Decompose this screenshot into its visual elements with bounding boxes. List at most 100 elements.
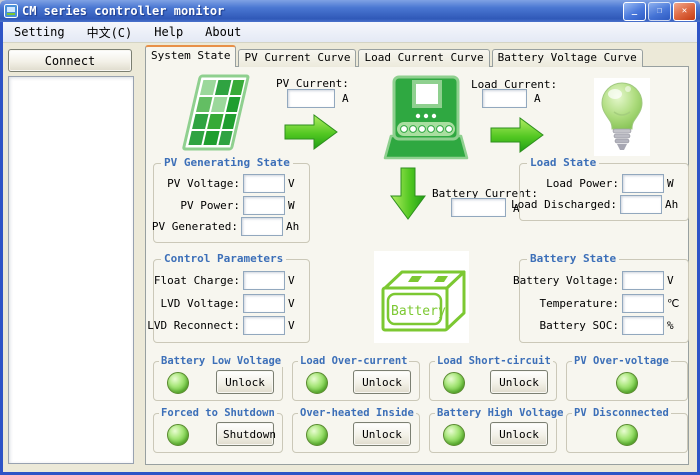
pv-power-unit: W <box>288 199 304 212</box>
alarm-title: Battery High Voltage <box>435 407 565 419</box>
group-title: Load State <box>527 156 599 169</box>
app-window: CM series controller monitor _ ❐ ✕ Setti… <box>0 0 700 475</box>
led-indicator <box>443 372 465 394</box>
arrow-down-icon <box>389 167 427 221</box>
lvd-voltage-unit: V <box>288 297 304 310</box>
unlock-button[interactable]: Unlock <box>216 370 274 394</box>
battery-soc-field[interactable] <box>622 316 664 335</box>
temperature-label: Temperature: <box>540 297 619 310</box>
load-discharged-unit: Ah <box>665 198 683 211</box>
pv-power-field[interactable] <box>243 196 285 215</box>
led-indicator <box>616 372 638 394</box>
lvd-voltage-label: LVD Voltage: <box>161 297 240 310</box>
connect-button[interactable]: Connect <box>8 49 132 72</box>
tab-system-state[interactable]: System State <box>145 45 236 67</box>
battery-voltage-label: Battery Voltage: <box>513 274 619 287</box>
maximize-button[interactable]: ❐ <box>648 2 671 21</box>
load-power-label: Load Power: <box>546 177 619 190</box>
float-charge-label: Float Charge: <box>154 274 240 287</box>
menu-setting[interactable]: Setting <box>3 23 76 41</box>
pv-voltage-label: PV Voltage: <box>167 177 240 190</box>
unlock-button[interactable]: Unlock <box>490 370 548 394</box>
lvd-reconnect-field[interactable] <box>243 316 285 335</box>
tab-load-current-curve[interactable]: Load Current Curve <box>358 49 489 67</box>
battery-voltage-unit: V <box>667 274 683 287</box>
solar-panel-icon <box>179 73 253 153</box>
alarm-load-short-circuit: Load Short-circuit Unlock <box>429 361 557 401</box>
led-indicator <box>306 372 328 394</box>
alarm-battery-high-voltage: Battery High Voltage Unlock <box>429 413 557 453</box>
unlock-button[interactable]: Unlock <box>353 422 411 446</box>
temperature-field[interactable] <box>622 294 664 313</box>
load-discharged-field[interactable] <box>620 195 662 214</box>
lvd-reconnect-unit: V <box>288 319 304 332</box>
float-charge-unit: V <box>288 274 304 287</box>
close-button[interactable]: ✕ <box>673 2 696 21</box>
system-state-page: PV Current: A <box>145 66 689 465</box>
tab-battery-voltage-curve[interactable]: Battery Voltage Curve <box>492 49 643 67</box>
load-current-unit: A <box>534 92 541 105</box>
lvd-reconnect-label: LVD Reconnect: <box>147 319 240 332</box>
menu-language[interactable]: 中文(C) <box>76 22 144 43</box>
led-indicator <box>167 424 189 446</box>
battery-state-group: Battery State Battery Voltage: V Tempera… <box>519 259 689 343</box>
load-power-unit: W <box>667 177 683 190</box>
alarm-battery-low-voltage: Battery Low Voltage Unlock <box>153 361 283 401</box>
menu-help[interactable]: Help <box>143 23 194 41</box>
load-current-field[interactable] <box>482 89 527 108</box>
group-title: Control Parameters <box>161 252 286 265</box>
load-state-group: Load State Load Power: W Load Discharged… <box>519 163 689 221</box>
lvd-voltage-field[interactable] <box>243 294 285 313</box>
pv-power-label: PV Power: <box>180 199 240 212</box>
pv-generated-unit: Ah <box>286 220 304 233</box>
float-charge-field[interactable] <box>243 271 285 290</box>
battery-current-field[interactable] <box>451 198 506 217</box>
alarm-load-over-current: Load Over-current Unlock <box>292 361 420 401</box>
battery-soc-label: Battery SOC: <box>540 319 619 332</box>
alarm-over-heated-inside: Over-heated Inside Unlock <box>292 413 420 453</box>
pv-generated-field[interactable] <box>241 217 283 236</box>
pv-generating-state-group: PV Generating State PV Voltage: V PV Pow… <box>153 163 310 243</box>
alarm-title: Battery Low Voltage <box>159 355 283 367</box>
alarm-title: Forced to Shutdown <box>159 407 277 419</box>
arrow-right-icon <box>490 116 545 154</box>
led-indicator <box>306 424 328 446</box>
alarm-title: PV Over-voltage <box>572 355 671 367</box>
load-power-field[interactable] <box>622 174 664 193</box>
minimize-button[interactable]: _ <box>623 2 646 21</box>
led-indicator <box>616 424 638 446</box>
shutdown-button[interactable]: Shutdown <box>216 422 274 446</box>
unlock-button[interactable]: Unlock <box>353 370 411 394</box>
device-listbox[interactable] <box>8 76 134 464</box>
menu-about[interactable]: About <box>194 23 252 41</box>
alarm-title: Load Short-circuit <box>435 355 553 367</box>
unlock-button[interactable]: Unlock <box>490 422 548 446</box>
alarm-title: PV Disconnected <box>572 407 671 419</box>
controller-icon <box>383 74 469 160</box>
menu-bar: Setting 中文(C) Help About <box>3 22 697 43</box>
tab-strip: System State PV Current Curve Load Curre… <box>145 46 645 67</box>
battery-icon-label: Battery <box>391 304 446 319</box>
title-bar: CM series controller monitor _ ❐ ✕ <box>0 0 700 22</box>
control-parameters-group: Control Parameters Float Charge: V LVD V… <box>153 259 310 343</box>
arrow-right-icon <box>284 113 339 151</box>
bulb-icon <box>594 78 650 156</box>
temperature-unit: ℃ <box>667 297 683 310</box>
alarm-pv-disconnected: PV Disconnected <box>566 413 688 453</box>
group-title: Battery State <box>527 252 619 265</box>
group-title: PV Generating State <box>161 156 293 169</box>
pv-current-field[interactable] <box>287 89 335 108</box>
tab-pv-current-curve[interactable]: PV Current Curve <box>238 49 356 67</box>
alarm-pv-over-voltage: PV Over-voltage <box>566 361 688 401</box>
battery-soc-unit: % <box>667 319 683 332</box>
load-discharged-label: Load Discharged: <box>511 198 617 211</box>
battery-icon: Battery <box>374 251 469 343</box>
pv-voltage-field[interactable] <box>243 174 285 193</box>
alarm-title: Load Over-current <box>298 355 409 367</box>
pv-voltage-unit: V <box>288 177 304 190</box>
pv-generated-label: PV Generated: <box>152 220 238 233</box>
app-icon <box>4 4 18 18</box>
battery-voltage-field[interactable] <box>622 271 664 290</box>
pv-current-unit: A <box>342 92 349 105</box>
window-title: CM series controller monitor <box>22 4 621 18</box>
